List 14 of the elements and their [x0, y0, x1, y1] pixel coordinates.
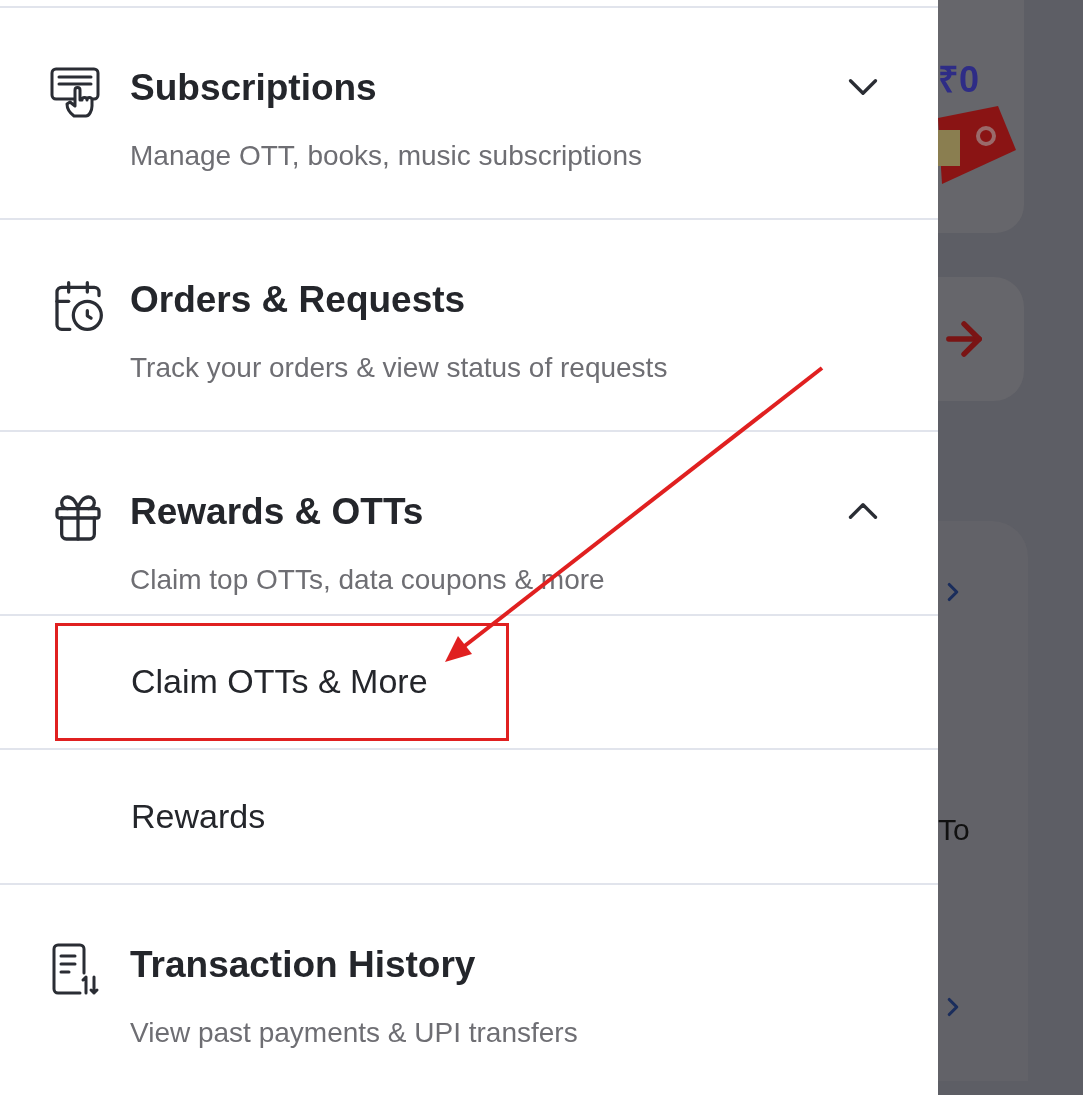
submenu-item[interactable]: Claim OTTs & More [55, 622, 509, 741]
price-text: ₹0 [938, 58, 980, 102]
section-title[interactable]: Rewards & OTTs [130, 489, 424, 534]
section-title[interactable]: Orders & Requests [130, 277, 466, 322]
section-subtitle: View past payments & UPI transfers [130, 1015, 578, 1050]
action-card[interactable] [938, 277, 1024, 401]
card-tap-icon [50, 65, 102, 120]
submenu-item[interactable]: Rewards [55, 757, 509, 876]
receipt-sort-icon [50, 942, 100, 997]
section-subtitle: Track your orders & view status of requests [130, 350, 668, 385]
section-title[interactable]: Subscriptions [130, 65, 377, 110]
section-title[interactable]: Transaction History [130, 942, 476, 987]
section-subtitle: Manage OTT, books, music subscriptions [130, 138, 642, 173]
card-text: To [938, 812, 970, 848]
